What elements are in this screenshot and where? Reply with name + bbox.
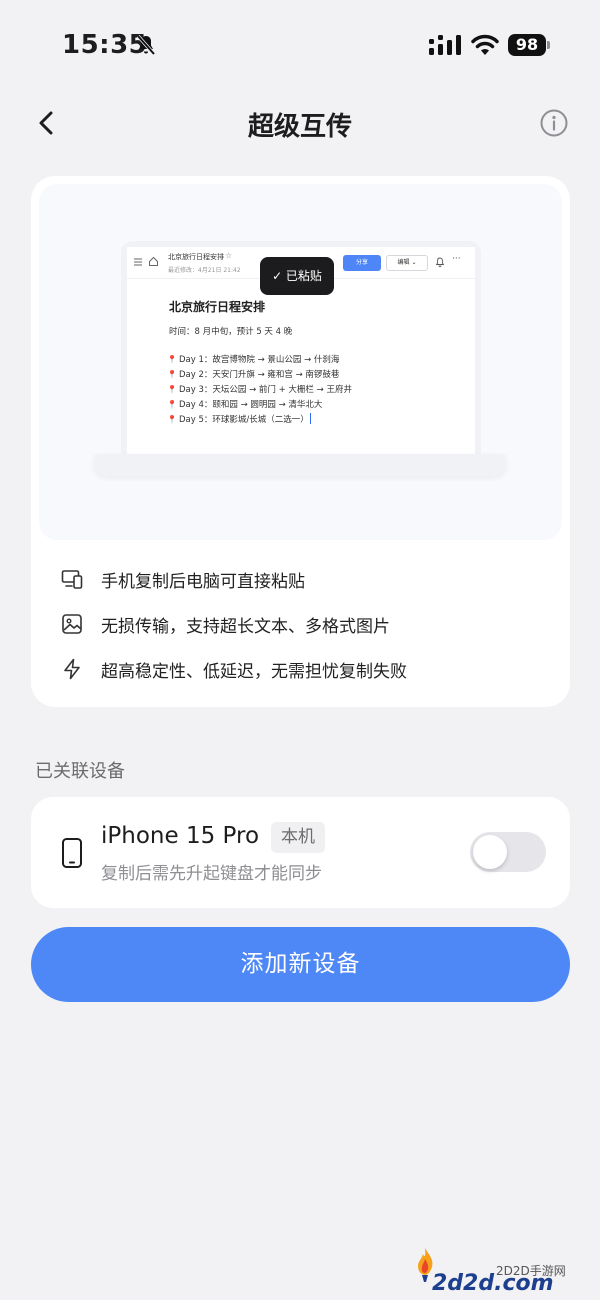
- laptop-screen: 北京旅行日程安排 ☆ 最近修改：4月21日 21:42 分享 编辑 ⌄ ··· …: [121, 241, 481, 457]
- share-button: 分享: [343, 255, 381, 271]
- add-device-button[interactable]: 添加新设备: [31, 927, 570, 1002]
- pin-icon: 📍: [167, 415, 177, 424]
- wifi-icon: [471, 34, 499, 55]
- phone-icon: [62, 838, 82, 868]
- battery-level: 98: [508, 34, 546, 56]
- toggle-knob: [473, 835, 507, 869]
- info-circle-icon[interactable]: [539, 108, 569, 138]
- feature-item: 手机复制后电脑可直接粘贴: [61, 565, 541, 595]
- device-hint: 复制后需先升起键盘才能同步: [101, 864, 322, 884]
- feature-item: 无损传输，支持超长文本、多格式图片: [61, 610, 541, 640]
- share-label: 分享: [355, 259, 368, 266]
- doc-line: 📍 Day 2：天安门升旗 → 雍和宫 → 南锣鼓巷: [167, 368, 339, 380]
- preview-illustration: 北京旅行日程安排 ☆ 最近修改：4月21日 21:42 分享 编辑 ⌄ ··· …: [39, 184, 562, 540]
- doc-edited: 最近修改：4月21日 21:42: [168, 267, 241, 274]
- device-card: iPhone 15 Pro 本机 复制后需先升起键盘才能同步: [31, 797, 570, 908]
- bell-slash-icon: [136, 34, 156, 56]
- pin-icon: 📍: [167, 400, 177, 409]
- doc-line-text: Day 3：天坛公园 → 前门 + 大栅栏 → 王府井: [178, 385, 352, 395]
- page-title: 超级互传: [247, 112, 352, 142]
- doc-title: 北京旅行日程安排: [169, 300, 266, 314]
- doc-name: 北京旅行日程安排: [168, 253, 224, 261]
- pin-icon: 📍: [167, 370, 177, 379]
- signal-icon: [429, 35, 461, 55]
- doc-line-text: Day 5：环球影城/长城（二选一）: [178, 415, 309, 425]
- more-icon: ···: [452, 254, 461, 264]
- bell-icon: [435, 257, 445, 267]
- doc-line-text: Day 2：天安门升旗 → 雍和宫 → 南锣鼓巷: [178, 370, 340, 380]
- doc-subtitle: 时间：8 月中旬，预计 5 天 4 晚: [169, 327, 293, 337]
- feature-item: 超高稳定性、低延迟，无需担忧复制失败: [61, 655, 541, 685]
- feature-text: 无损传输，支持超长文本、多格式图片: [101, 617, 390, 637]
- lightning-icon: [64, 658, 80, 680]
- home-icon: [149, 256, 158, 266]
- doc-line: 📍 Day 5：环球影城/长城（二选一）: [167, 413, 311, 425]
- doc-line: 📍 Day 1：故宫博物院 → 景山公园 → 什刹海: [167, 353, 339, 365]
- doc-line: 📍 Day 4：颐和园 → 圆明园 → 清华北大: [167, 398, 322, 410]
- feature-text: 超高稳定性、低延迟，无需担忧复制失败: [101, 662, 407, 682]
- sync-toggle[interactable]: [470, 832, 546, 872]
- laptop-base: [94, 454, 506, 476]
- section-label-linked-devices: 已关联设备: [35, 761, 125, 782]
- pin-icon: 📍: [167, 355, 177, 364]
- edit-label: 编辑: [397, 259, 410, 266]
- device-name: iPhone 15 Pro: [101, 823, 260, 849]
- image-icon: [62, 614, 82, 634]
- document-preview: 北京旅行日程安排 ☆ 最近修改：4月21日 21:42 分享 编辑 ⌄ ··· …: [127, 247, 475, 457]
- edit-button: 编辑 ⌄: [386, 255, 428, 271]
- feature-card: 北京旅行日程安排 ☆ 最近修改：4月21日 21:42 分享 编辑 ⌄ ··· …: [31, 176, 570, 707]
- star-icon: ☆: [225, 251, 233, 260]
- battery-icon: 98: [508, 34, 550, 56]
- pin-icon: 📍: [167, 385, 177, 394]
- menu-icon: [134, 258, 142, 266]
- devices-icon: [61, 570, 83, 589]
- doc-line-text: Day 4：颐和园 → 圆明园 → 清华北大: [178, 400, 323, 410]
- pasted-toast: ✓ 已粘贴: [260, 257, 334, 295]
- doc-line: 📍 Day 3：天坛公园 → 前门 + 大栅栏 → 王府井: [167, 383, 352, 395]
- doc-line-text: Day 1：故宫博物院 → 景山公园 → 什刹海: [178, 355, 340, 365]
- feature-text: 手机复制后电脑可直接粘贴: [101, 572, 305, 592]
- status-bar: 15:35 98: [0, 0, 600, 90]
- battery-tip: [547, 41, 550, 49]
- text-cursor: [309, 413, 311, 424]
- watermark-url: 2d2d.com: [432, 1271, 554, 1296]
- device-badge: 本机: [271, 822, 325, 853]
